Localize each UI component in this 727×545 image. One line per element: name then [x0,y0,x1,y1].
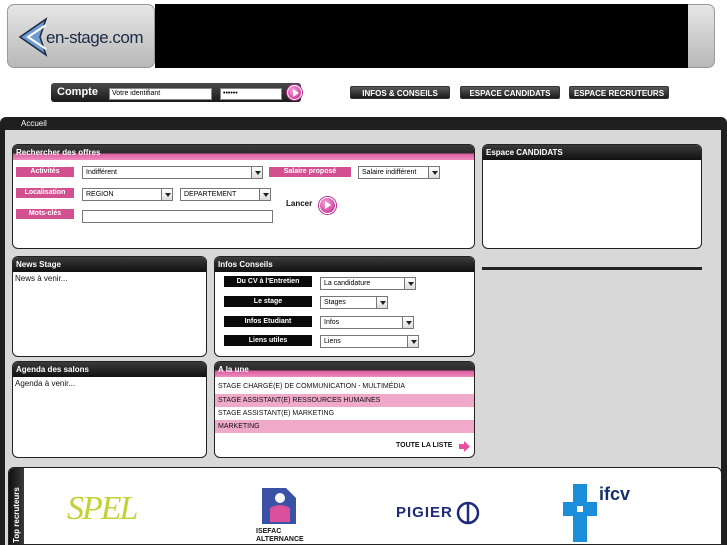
agenda-panel: Agenda des salons Agenda à venir... [12,361,207,458]
logo-text: en-stage.com [46,28,144,47]
infos-etudiant-select-value: Infos [324,319,340,326]
region-select[interactable]: REGION [82,188,173,201]
news-panel: News Stage News à venir... [12,256,207,357]
agenda-panel-title: Agenda des salons [13,362,206,377]
stage-select-value: Stages [324,299,346,306]
chevron-down-icon [428,167,439,178]
cv-entretien-select-value: La candidature [324,280,371,287]
region-select-value: REGION [86,191,114,198]
search-launch-button[interactable] [319,197,336,214]
isefac-emblem-icon [262,488,296,524]
list-item[interactable]: STAGE CHARGÉ(E) DE COMMUNICATION - MULTI… [215,380,474,393]
infos-row-label: Infos Etudiant [224,316,312,327]
activites-label: Activités [16,167,74,177]
cv-entretien-select[interactable]: La candidature [320,277,416,290]
liens-utiles-select-value: Liens [324,338,341,345]
infos-row-label: Liens utiles [224,335,312,346]
candidats-panel-title: Espace CANDIDATS [483,145,701,160]
recruteurs-side-tab: Top recruteurs [9,468,24,544]
chevron-down-icon [376,297,387,308]
isefac-logo[interactable]: ISEFAC ALTERNANCE [256,484,304,544]
site-logo[interactable]: en-stage.com [7,4,155,68]
chevron-down-icon [404,278,415,289]
list-item[interactable]: MARKETING [215,420,474,433]
motscles-label: Mots-clés [16,209,74,219]
arrow-right-icon[interactable] [458,440,471,453]
login-submit-button[interactable] [287,85,302,100]
chevron-down-icon [402,317,413,328]
departement-select[interactable]: DEPARTEMENT [180,188,271,201]
news-panel-title: News Stage [13,257,206,272]
ifcv-logo[interactable]: ifcv [563,482,643,544]
column-divider [482,267,702,270]
list-item[interactable]: STAGE ASSISTANT(E) RESSOURCES HUMAINES [215,394,474,407]
recruteurs-side-label: Top recruteurs [12,487,21,543]
list-item[interactable]: STAGE ASSISTANT(E) MARKETING [215,407,474,420]
search-panel-title: Rechercher des offres [13,145,474,160]
activites-select-value: Indifférent [86,169,118,176]
stage-select[interactable]: Stages [320,296,388,309]
infos-row-label: Du CV à l'Entretien [224,276,312,287]
candidats-panel: Espace CANDIDATS [482,144,702,249]
username-input[interactable]: Votre identifiant [109,88,212,100]
toute-la-liste-link[interactable]: TOUTE LA LISTE [396,442,452,449]
nav-infos-conseils[interactable]: INFOS & CONSEILS [350,86,450,99]
chevron-down-icon [161,189,172,200]
search-launch-label[interactable]: Lancer [286,199,312,208]
ifcv-cross-icon [563,484,597,542]
nav-espace-candidats[interactable]: ESPACE CANDIDATS [460,86,560,99]
a-la-une-title: A la une [215,362,474,377]
activites-select[interactable]: Indifférent [82,166,263,179]
header-end-cap [688,4,715,68]
salaire-label: Salaire proposé [269,167,351,177]
keywords-input[interactable] [82,210,273,223]
nav-espace-recruteurs[interactable]: ESPACE RECRUTEURS [569,86,669,99]
departement-select-value: DEPARTEMENT [184,191,237,198]
salaire-select[interactable]: Salaire indifférent [358,166,440,179]
liens-utiles-select[interactable]: Liens [320,335,419,348]
chevron-down-icon [251,167,262,178]
breadcrumb[interactable]: Accueil [21,119,47,128]
password-input[interactable]: •••••• [220,88,282,100]
infos-etudiant-select[interactable]: Infos [320,316,414,329]
logo-arrow-icon [18,17,48,57]
pigier-emblem-icon [456,501,480,525]
account-label: Compte [57,86,98,98]
news-body: News à venir... [15,274,68,283]
infos-conseils-title: Infos Conseils [215,257,474,272]
top-recruteurs-panel: Top recruteurs SPEL ISEFAC ALTERNANCE PI… [8,467,722,545]
header-banner [155,4,688,68]
chevron-down-icon [259,189,270,200]
pigier-logo[interactable]: PIGIER [396,501,480,525]
chevron-down-icon [407,336,418,347]
salaire-select-value: Salaire indifférent [362,169,417,176]
spel-logo[interactable]: SPEL [67,490,138,528]
infos-row-label: Le stage [224,296,312,307]
localisation-label: Localisation [16,188,74,198]
agenda-body: Agenda à venir... [15,379,76,388]
